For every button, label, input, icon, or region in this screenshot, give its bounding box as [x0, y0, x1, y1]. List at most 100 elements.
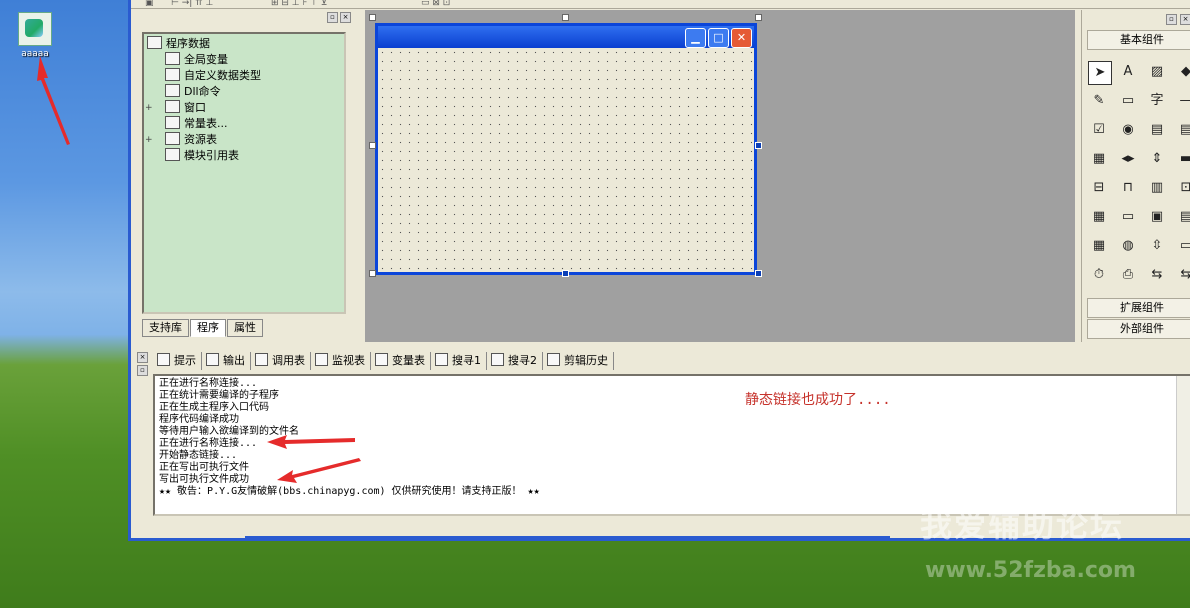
close-icon[interactable]: ✕ — [731, 28, 752, 48]
form-titlebar[interactable]: ▁ □ ✕ — [378, 26, 754, 48]
slider-icon[interactable]: ⊟ — [1088, 177, 1110, 199]
shape-icon[interactable]: ◆ — [1175, 61, 1190, 83]
tab-properties[interactable]: 属性 — [227, 319, 263, 337]
bmp-icon[interactable]: ▣ — [1146, 206, 1168, 228]
tree-item-custom-types[interactable]: 自定义数据类型 — [147, 68, 344, 84]
tab-search1[interactable]: 搜寻1 — [431, 352, 487, 370]
resize-handle[interactable] — [369, 142, 376, 149]
tab-watch[interactable]: 监视表 — [311, 352, 371, 370]
toolbar-icon[interactable]: ▭ ⊠ ⊡ — [421, 0, 450, 8]
label-icon[interactable]: A — [1117, 61, 1139, 83]
timer-icon[interactable]: ⏱ — [1088, 264, 1110, 286]
maximize-icon[interactable]: □ — [708, 28, 729, 48]
resize-handle[interactable] — [369, 270, 376, 277]
tab-output[interactable]: 输出 — [202, 352, 251, 370]
tab-label: 搜寻1 — [452, 354, 481, 367]
grid-icon[interactable]: ▦ — [1088, 148, 1110, 170]
hscroll-icon[interactable]: ◂▸ — [1117, 148, 1139, 170]
tree-item-globals[interactable]: 全局变量 — [147, 52, 344, 68]
checkbox-icon[interactable]: ☑ — [1088, 119, 1110, 141]
tree-item-resources[interactable]: + 资源表 — [145, 132, 344, 148]
combobox-icon[interactable]: ▤ — [1175, 119, 1190, 141]
output-log[interactable]: 正在进行名称连接... 正在统计需要编译的子程序 正在生成主程序入口代码 程序代… — [153, 374, 1190, 516]
network-icon[interactable]: ◍ — [1117, 235, 1139, 257]
tree-item-label: 全局变量 — [184, 53, 228, 66]
spinner-icon[interactable]: ⇳ — [1146, 235, 1168, 257]
pin-icon[interactable]: ▫ — [1166, 14, 1177, 25]
toolbar-icon[interactable]: ⊢ →| ⇈ ⊥ — [171, 0, 213, 8]
resize-handle[interactable] — [755, 270, 762, 277]
tab-search2[interactable]: 搜寻2 — [487, 352, 543, 370]
close-icon[interactable]: × — [137, 352, 148, 363]
document-icon[interactable]: ▤ — [1175, 206, 1190, 228]
output-tabs: 提示 输出 调用表 监视表 变量表 搜寻1 搜寻2 剪辑历史 — [153, 352, 614, 372]
type-icon — [165, 68, 180, 81]
minimize-icon[interactable]: ▁ — [685, 28, 706, 48]
tree-item-root[interactable]: 程序数据 — [147, 36, 344, 52]
expand-icon[interactable]: + — [145, 132, 153, 148]
resize-handle[interactable] — [755, 142, 762, 149]
red-arrow-icon — [277, 458, 361, 483]
printer-icon[interactable]: ⎙ — [1117, 264, 1139, 286]
splitter-icon[interactable]: ▥ — [1146, 177, 1168, 199]
picture-icon[interactable]: ▨ — [1146, 61, 1168, 83]
output-scrollbar[interactable] — [1176, 376, 1190, 514]
toolbar-icon[interactable]: ▣ — [145, 0, 154, 8]
tab-label: 监视表 — [332, 354, 365, 367]
clipboard-icon — [547, 353, 560, 366]
calendar-icon[interactable]: ▦ — [1088, 206, 1110, 228]
vscroll-icon[interactable]: ⇕ — [1146, 148, 1168, 170]
tree-item-constants[interactable]: 常量表... — [147, 116, 344, 132]
call-table-icon — [255, 353, 268, 366]
tree-item-window[interactable]: + 窗口 — [145, 100, 344, 116]
tab-clip-history[interactable]: 剪辑历史 — [543, 352, 614, 370]
basic-components-button[interactable]: 基本组件 — [1087, 30, 1190, 50]
log-line: 正在进行名称连接... — [159, 378, 258, 389]
resize-handle[interactable] — [562, 14, 569, 21]
toolbar: ▣ ⊢ →| ⇈ ⊥ ⊞ ⊟ ⊥ ⊦ ⊤ ⊻ ▭ ⊠ ⊡ — [131, 0, 1190, 9]
toolbar-icon[interactable]: ▭ — [1175, 235, 1190, 257]
panel-tabs: 支持库 程序 属性 — [142, 319, 264, 337]
pin-icon[interactable]: ▫ — [137, 365, 148, 376]
pin-icon[interactable]: ▫ — [327, 12, 338, 23]
tree-item-dll[interactable]: Dll命令 — [147, 84, 344, 100]
button-icon[interactable]: ▭ — [1117, 206, 1139, 228]
tab-call-table[interactable]: 调用表 — [251, 352, 311, 370]
frame-icon[interactable]: ▭ — [1117, 90, 1139, 112]
tab-hint[interactable]: 提示 — [153, 352, 202, 370]
table-icon[interactable]: ▦ — [1088, 235, 1110, 257]
tree-item-label: 资源表 — [184, 133, 217, 146]
toolbar-icon[interactable]: ⊞ ⊟ ⊥ ⊦ ⊤ ⊻ — [271, 0, 327, 8]
module-icon — [165, 148, 180, 161]
tab-variables[interactable]: 变量表 — [371, 352, 431, 370]
progress-icon[interactable]: ▬ — [1175, 148, 1190, 170]
form-window[interactable]: ▁ □ ✕ — [375, 23, 757, 275]
tree-icon[interactable]: ⊡ — [1175, 177, 1190, 199]
pointer-icon[interactable]: ➤ — [1088, 61, 1112, 85]
tab-support-library[interactable]: 支持库 — [142, 319, 189, 337]
tab-label: 支持库 — [149, 321, 182, 334]
listbox-icon[interactable]: ▤ — [1146, 119, 1168, 141]
close-icon[interactable]: × — [340, 12, 351, 23]
radio-icon[interactable]: ◉ — [1117, 119, 1139, 141]
tab-program[interactable]: 程序 — [190, 319, 226, 337]
line-icon[interactable]: — — [1175, 90, 1190, 112]
resize-handle[interactable] — [755, 14, 762, 21]
window-icon — [165, 100, 180, 113]
tab-icon[interactable]: ⊓ — [1117, 177, 1139, 199]
component-panel: ▫ × 基本组件 ➤ A ▨ ◆ ✎ ▭ 字 — ☑ ◉ ▤ ▤ ▦ ◂▸ ⇕ … — [1081, 10, 1190, 342]
red-arrow-icon — [267, 435, 355, 449]
expand-icon[interactable]: + — [145, 100, 153, 116]
transfer-icon[interactable]: ⇆ — [1146, 264, 1168, 286]
socket-icon[interactable]: ⇆ — [1175, 264, 1190, 286]
external-components-button[interactable]: 外部组件 — [1087, 319, 1190, 339]
resize-handle[interactable] — [369, 14, 376, 21]
form-canvas[interactable] — [378, 48, 754, 272]
close-icon[interactable]: × — [1180, 14, 1190, 25]
text-icon[interactable]: 字 — [1146, 90, 1168, 112]
edit-icon[interactable]: ✎ — [1088, 90, 1110, 112]
extended-components-button[interactable]: 扩展组件 — [1087, 298, 1190, 318]
tree-item-modules[interactable]: 模块引用表 — [147, 148, 344, 164]
resize-handle[interactable] — [562, 270, 569, 277]
program-data-icon — [147, 36, 162, 49]
